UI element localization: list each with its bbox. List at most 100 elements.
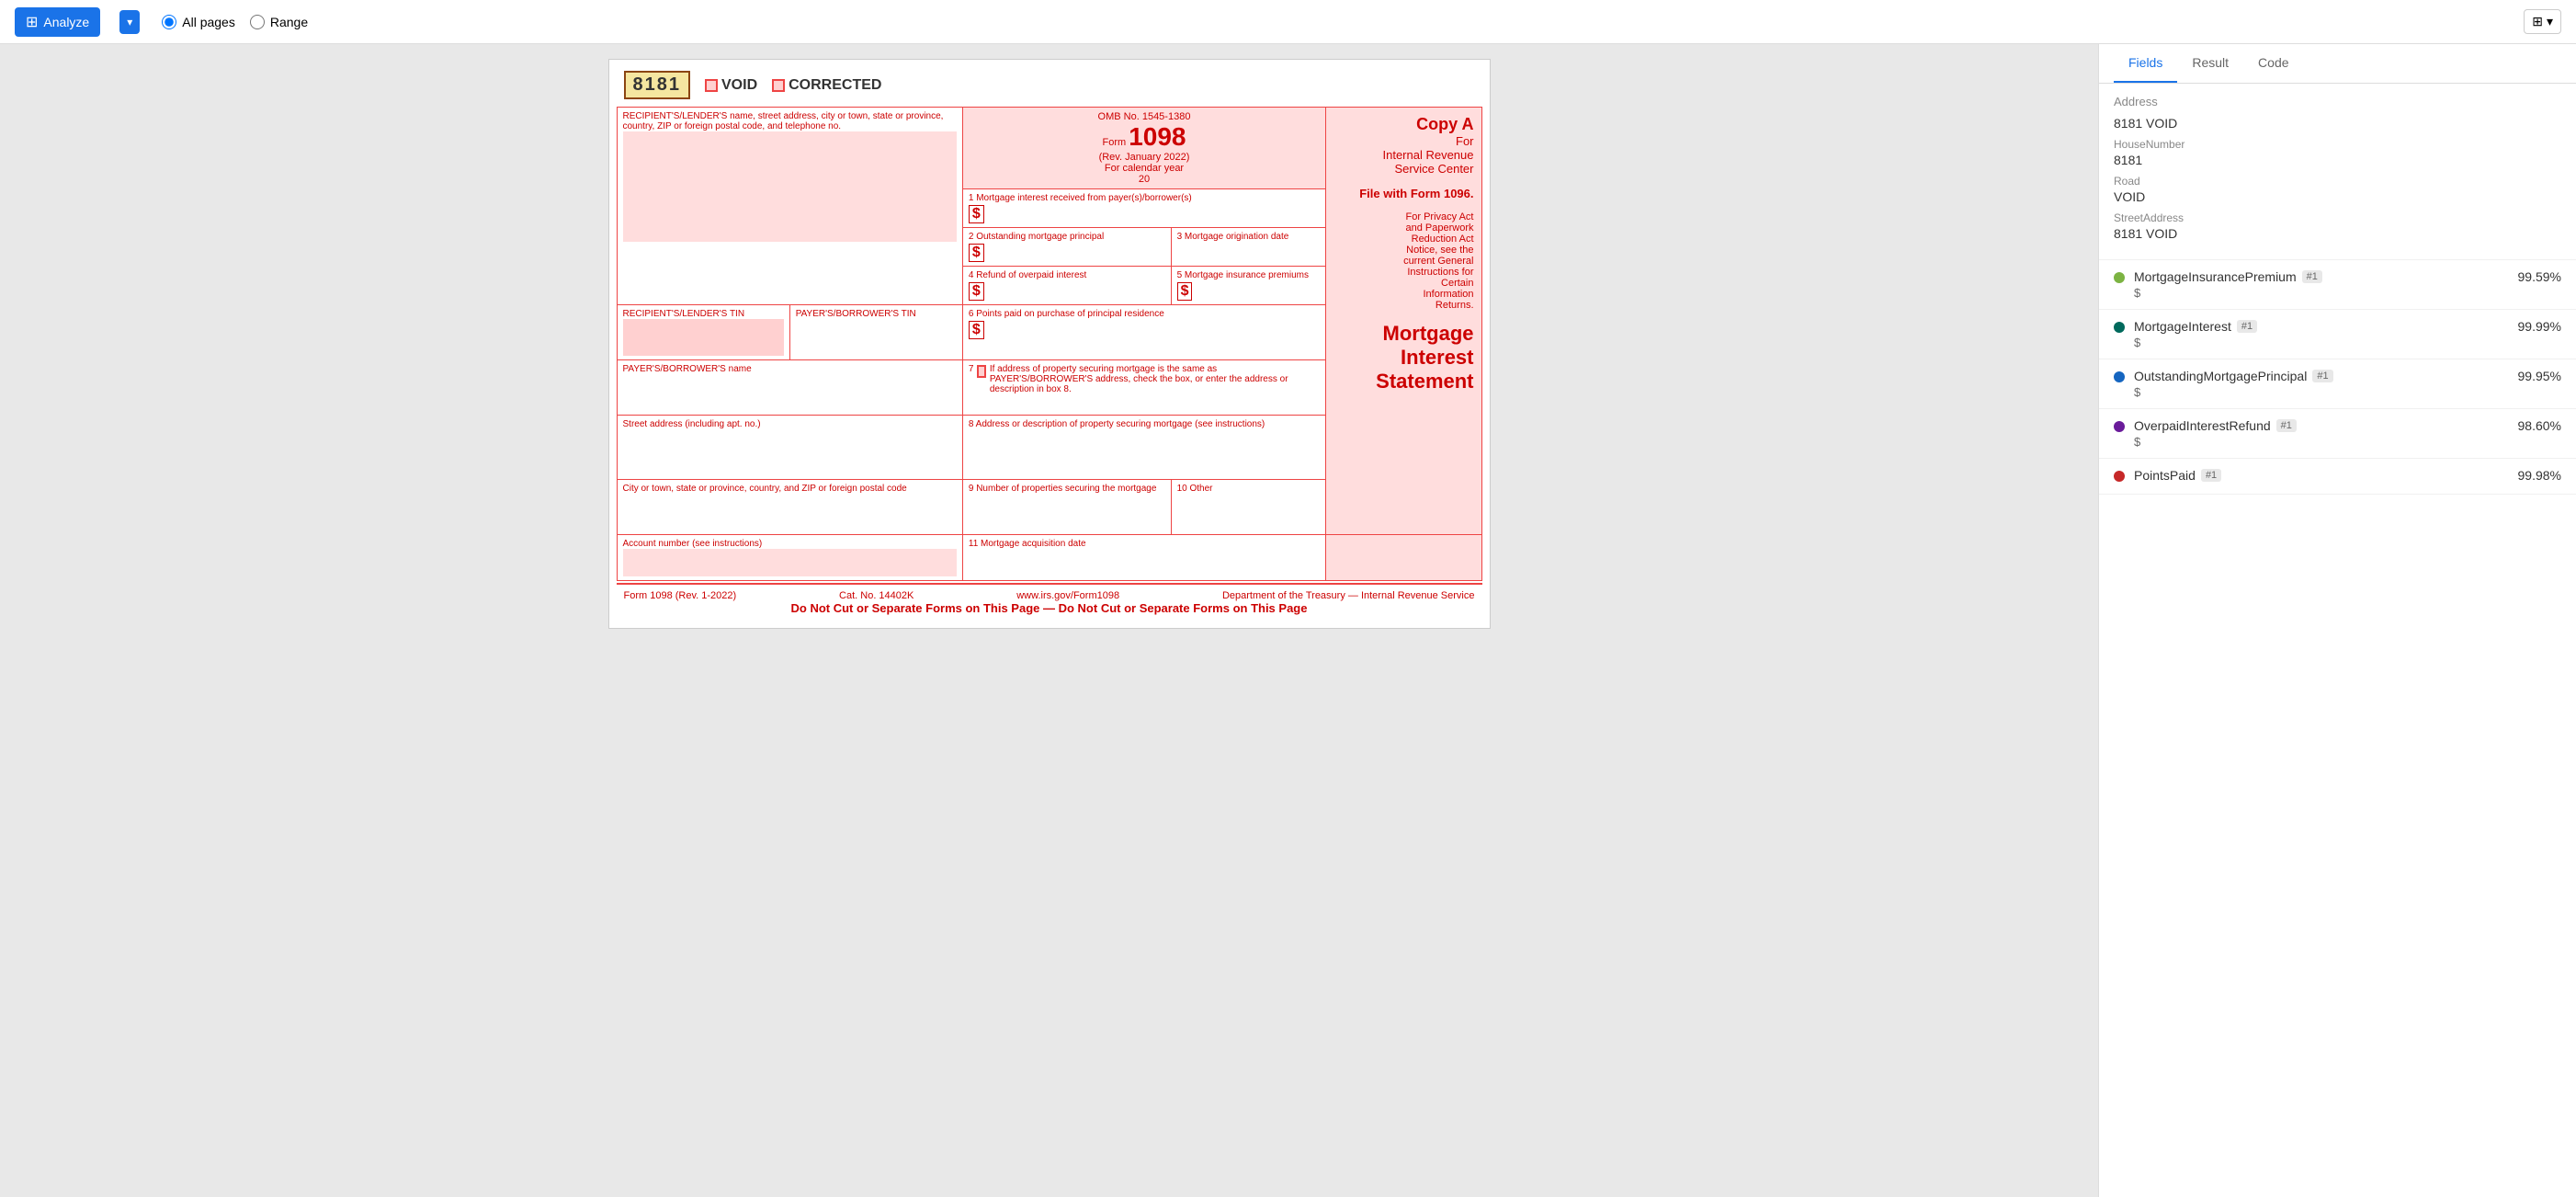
payer-name-label: PAYER'S/BORROWER'S name [623, 364, 957, 374]
confidence-value: $ [2134, 385, 2518, 399]
omb-number: OMB No. 1545-1380 [969, 111, 1320, 122]
void-checkbox[interactable]: VOID [705, 77, 757, 94]
title-line1: Mortgage [1333, 322, 1473, 346]
right-panel-tabs: Fields Result Code [2099, 44, 2576, 84]
confidence-dot [2114, 322, 2125, 333]
tab-code[interactable]: Code [2243, 44, 2303, 83]
recipient-label: RECIPIENT'S/LENDER'S name, street addres… [623, 111, 957, 131]
recipient-value-area [623, 131, 957, 242]
road-value: VOID [2114, 189, 2561, 204]
box7-checkbox[interactable] [977, 365, 985, 378]
layers-icon: ⊞ [2532, 14, 2543, 29]
form-number: 1098 [1129, 122, 1186, 151]
confidence-badge: #1 [2302, 270, 2322, 283]
confidence-name: OutstandingMortgagePrincipal #1 [2134, 369, 2518, 383]
confidence-pct: 98.60% [2518, 418, 2561, 433]
all-pages-radio[interactable] [162, 15, 176, 29]
confidence-name-text: OverpaidInterestRefund [2134, 418, 2271, 433]
box1-dollar: $ [969, 205, 984, 223]
box6-label: 6 Points paid on purchase of principal r… [969, 309, 1320, 319]
for-irs: For Internal Revenue Service Center [1333, 134, 1473, 176]
confidence-pct: 99.59% [2518, 269, 2561, 284]
toolbar-left: ⊞ Analyze ▾ All pages Range [15, 7, 308, 37]
box11-label: 11 Mortgage acquisition date [969, 539, 1320, 549]
box8-label: 8 Address or description of property sec… [969, 419, 1320, 429]
corrected-checkbox[interactable]: CORRECTED [772, 77, 881, 94]
confidence-pct: 99.99% [2518, 319, 2561, 334]
all-pages-option[interactable]: All pages [162, 15, 235, 29]
analyze-icon: ⊞ [26, 13, 38, 31]
all-pages-label: All pages [182, 15, 235, 29]
confidence-info: PointsPaid #1 [2134, 468, 2518, 484]
box10-label: 10 Other [1177, 484, 1321, 494]
void-field: 8181 VOID [2114, 116, 2561, 131]
right-panel: Fields Result Code Address 8181 VOID Hou… [2098, 44, 2576, 1197]
form-title: Mortgage Interest Statement [1333, 322, 1473, 393]
confidence-badge: #1 [2312, 370, 2332, 382]
payer-tin-label: PAYER'S/BORROWER'S TIN [796, 309, 957, 319]
void-label: VOID [721, 77, 757, 94]
box8-value [969, 429, 1320, 475]
box5-dollar: $ [1177, 282, 1193, 301]
house-number-field: HouseNumber 8181 [2114, 138, 2561, 167]
confidence-list: MortgageInsurancePremium #1 $ 99.59% Mor… [2099, 260, 2576, 495]
calendar-year-label: For calendar year [969, 163, 1320, 174]
confidence-left: OverpaidInterestRefund #1 $ [2114, 418, 2518, 449]
box1-label: 1 Mortgage interest received from payer(… [969, 193, 1320, 203]
tab-fields[interactable]: Fields [2114, 44, 2177, 83]
confidence-dot [2114, 421, 2125, 432]
payer-name-value [623, 374, 957, 411]
form-bottom-info: Form 1098 (Rev. 1-2022) Cat. No. 14402K … [624, 590, 1475, 601]
road-label: Road [2114, 175, 2561, 188]
confidence-name-text: MortgageInterest [2134, 319, 2231, 334]
layers-button[interactable]: ⊞ ▾ [2524, 9, 2561, 34]
street-address-label: Street address (including apt. no.) [623, 419, 957, 429]
confidence-info: MortgageInsurancePremium #1 $ [2134, 269, 2518, 300]
title-line3: Statement [1333, 370, 1473, 393]
confidence-pct: 99.95% [2518, 369, 2561, 383]
confidence-name: MortgageInsurancePremium #1 [2134, 269, 2518, 284]
confidence-left: PointsPaid #1 [2114, 468, 2518, 484]
analyze-button[interactable]: ⊞ Analyze [15, 7, 100, 37]
box2-label: 2 Outstanding mortgage principal [969, 232, 1165, 242]
box3-label: 3 Mortgage origination date [1177, 232, 1321, 242]
recipient-tin-label: RECIPIENT'S/LENDER'S TIN [623, 309, 784, 319]
account-value [623, 549, 957, 576]
confidence-left: MortgageInterest #1 $ [2114, 319, 2518, 349]
box4-dollar: $ [969, 282, 984, 301]
tab-result[interactable]: Result [2177, 44, 2243, 83]
street-address-value [623, 429, 957, 475]
city-state-value [623, 494, 957, 530]
form-bottom: Form 1098 (Rev. 1-2022) Cat. No. 14402K … [617, 583, 1482, 621]
form-rev: (Rev. January 2022) [969, 152, 1320, 163]
range-label: Range [270, 15, 308, 29]
box4-label: 4 Refund of overpaid interest [969, 270, 1165, 280]
box7-number: 7 [969, 364, 974, 374]
range-option[interactable]: Range [250, 15, 308, 29]
box5-label: 5 Mortgage insurance premiums [1177, 270, 1321, 280]
void-check-square [705, 79, 718, 92]
form-bottom-dept: Department of the Treasury — Internal Re… [1222, 590, 1475, 601]
form-bottom-cat: Cat. No. 14402K [839, 590, 914, 601]
form-word: Form [1102, 137, 1129, 148]
road-field: Road VOID [2114, 175, 2561, 204]
confidence-item: OutstandingMortgagePrincipal #1 $ 99.95% [2099, 359, 2576, 409]
confidence-info: MortgageInterest #1 $ [2134, 319, 2518, 349]
address-section: Address 8181 VOID HouseNumber 8181 Road … [2099, 84, 2576, 260]
analyze-dropdown-button[interactable]: ▾ [119, 10, 140, 34]
address-header: Address [2114, 95, 2561, 108]
confidence-name: OverpaidInterestRefund #1 [2134, 418, 2518, 433]
main-content: 8181 VOID CORRECTED RECIPIENT'S/LENDER'S… [0, 44, 2576, 1197]
confidence-item: PointsPaid #1 99.98% [2099, 459, 2576, 495]
confidence-badge: #1 [2237, 320, 2257, 333]
corrected-label: CORRECTED [789, 77, 881, 94]
confidence-dot [2114, 272, 2125, 283]
confidence-item: MortgageInterest #1 $ 99.99% [2099, 310, 2576, 359]
range-radio[interactable] [250, 15, 265, 29]
layers-arrow: ▾ [2547, 14, 2553, 29]
form-bottom-left: Form 1098 (Rev. 1-2022) [624, 590, 737, 601]
confidence-left: OutstandingMortgagePrincipal #1 $ [2114, 369, 2518, 399]
house-number-label: HouseNumber [2114, 138, 2561, 151]
divider [109, 9, 110, 35]
recipient-tin-value [623, 319, 784, 356]
